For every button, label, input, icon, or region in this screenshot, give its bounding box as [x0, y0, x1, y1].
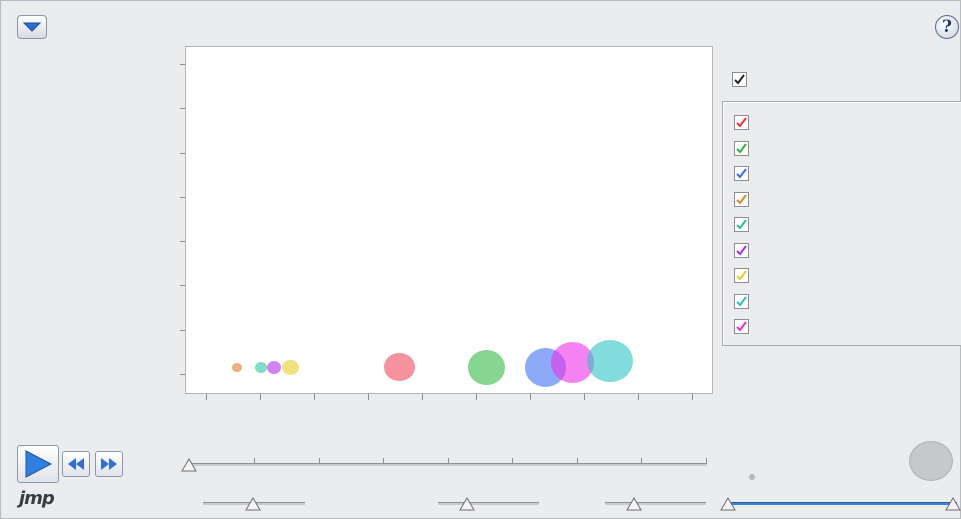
x-axis-tick: [206, 394, 207, 400]
checkbox-box[interactable]: [734, 115, 749, 130]
animation-slider-thumb[interactable]: [181, 458, 197, 472]
select-all-checkbox[interactable]: [732, 72, 747, 87]
checkmark-icon: [736, 168, 747, 179]
bubble-size-dot-icon: [749, 474, 755, 480]
checkbox-box[interactable]: [734, 242, 749, 258]
checkbox-box[interactable]: [734, 319, 749, 334]
animation-slider-track[interactable]: [187, 463, 707, 466]
x-axis-tick: [368, 394, 369, 400]
data-bubble[interactable]: [232, 363, 242, 372]
x-axis-tick: [530, 394, 531, 400]
data-bubble[interactable]: [587, 339, 633, 383]
plot-area: [185, 46, 713, 394]
animation-slider-tick: [641, 458, 642, 463]
data-bubble[interactable]: [467, 350, 505, 385]
checkmark-icon: [736, 270, 747, 281]
bubble-plot-window: ? jmp: [0, 0, 961, 519]
x-axis-tick: [422, 394, 423, 400]
bubble-size-slider-track[interactable]: [438, 502, 539, 505]
x-axis-tick: [314, 394, 315, 400]
legend-panel: [722, 101, 961, 346]
data-bubble[interactable]: [282, 359, 299, 376]
checkmark-icon: [736, 193, 747, 205]
bubble-size-slider-thumb[interactable]: [459, 497, 475, 511]
data-bubble[interactable]: [383, 352, 415, 382]
x-axis: [185, 394, 713, 403]
triangle-down-icon: [23, 22, 41, 32]
checkmark-icon: [736, 219, 747, 230]
animation-slider-tick: [383, 458, 384, 463]
y-axis: [177, 46, 185, 394]
disclosure-toggle-button[interactable]: [17, 15, 47, 39]
checkbox-box[interactable]: [734, 140, 749, 156]
checkmark-icon: [734, 74, 745, 85]
checkbox-box[interactable]: [734, 217, 749, 232]
checkbox-box[interactable]: [734, 166, 749, 181]
legend-item-checkbox[interactable]: [734, 140, 749, 156]
legend-item-checkbox[interactable]: [734, 319, 749, 334]
x-axis-tick: [638, 394, 639, 400]
animation-slider-tick: [705, 458, 707, 463]
play-button[interactable]: [17, 445, 59, 483]
animation-slider-tick: [447, 458, 449, 463]
legend-item-checkbox[interactable]: [734, 293, 749, 309]
rewind-icon: [68, 458, 84, 470]
split-slider-left-thumb[interactable]: [720, 497, 736, 511]
animation-slider-tick: [254, 458, 255, 463]
trail-slider-track[interactable]: [605, 502, 706, 505]
x-axis-tick: [476, 394, 477, 400]
fast-forward-icon: [101, 458, 117, 470]
trail-slider-thumb[interactable]: [626, 497, 642, 511]
checkmark-icon: [736, 244, 747, 256]
split-slider-right-thumb[interactable]: [945, 497, 961, 511]
step-forward-button[interactable]: [95, 451, 123, 477]
checkbox-box[interactable]: [734, 191, 749, 207]
play-icon: [25, 450, 53, 478]
x-axis-tick: [260, 394, 261, 400]
legend-item-checkbox[interactable]: [734, 217, 749, 232]
checkbox-box[interactable]: [732, 72, 747, 87]
animation-slider-tick: [512, 458, 513, 463]
legend-item-checkbox[interactable]: [734, 166, 749, 181]
checkbox-box[interactable]: [734, 268, 749, 283]
checkmark-icon: [736, 142, 747, 154]
split-slider-track[interactable]: [726, 502, 957, 505]
legend-item-checkbox[interactable]: [734, 191, 749, 207]
bubble-size-indicator-button[interactable]: [909, 441, 953, 481]
x-axis-tick: [692, 394, 693, 400]
legend-item-checkbox[interactable]: [734, 115, 749, 130]
animation-slider-tick: [576, 458, 578, 463]
data-bubble[interactable]: [266, 360, 281, 374]
animation-slider-tick: [318, 458, 320, 463]
checkmark-icon: [736, 295, 747, 307]
x-axis-tick: [584, 394, 585, 400]
legend-item-checkbox[interactable]: [734, 242, 749, 258]
step-back-button[interactable]: [62, 451, 90, 477]
data-bubble[interactable]: [254, 361, 268, 374]
speed-slider-thumb[interactable]: [245, 497, 261, 511]
checkmark-icon: [736, 321, 747, 332]
help-icon[interactable]: ?: [935, 15, 959, 39]
jmp-logo: jmp: [19, 488, 55, 509]
checkmark-icon: [736, 117, 747, 128]
checkbox-box[interactable]: [734, 293, 749, 309]
legend-item-checkbox[interactable]: [734, 268, 749, 283]
